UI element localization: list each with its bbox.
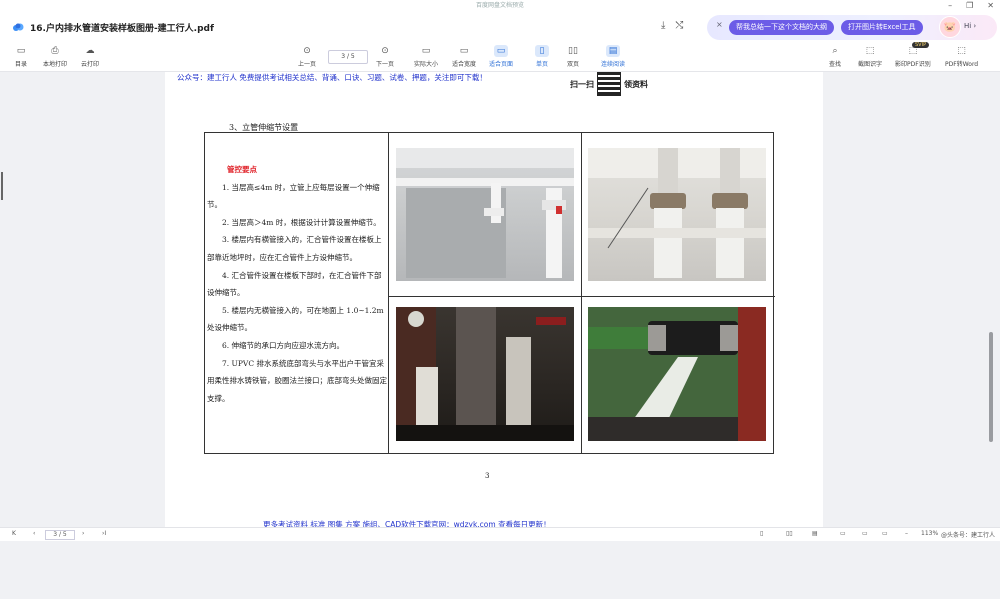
view-mode-icon[interactable]: ▤ — [812, 530, 818, 537]
ai-assistant-bar: × 帮我总结一下这个文档的大纲 打开图片转Excel工具 🐷 Hi › — [707, 15, 997, 40]
scrollbar-thumb[interactable] — [989, 332, 993, 442]
continuous-icon: ▤ — [606, 45, 620, 57]
window-titlebar: 百度网盘文档预览 – ❐ ✕ — [0, 0, 1000, 12]
screenshot-icon: ⬚ — [865, 46, 875, 56]
qr-banner: 扫一扫 领资料 — [570, 72, 648, 96]
toc-icon: ▭ — [16, 46, 26, 56]
brand-text: @头条号：建工行人 — [941, 532, 996, 539]
single-page-icon: ▯ — [535, 45, 549, 57]
minimize-button[interactable]: – — [948, 0, 952, 12]
restore-button[interactable]: ❐ — [966, 0, 973, 12]
fit-page-button[interactable]: ▭ 适合页面 — [489, 45, 513, 68]
toc-button[interactable]: ▭ 目录 — [14, 45, 28, 68]
key-points-title: 管控要点 — [227, 165, 257, 174]
next-page-small-button[interactable]: › — [82, 530, 84, 537]
actual-size-icon: ▭ — [421, 46, 431, 56]
top-watermark-text: 公众号：建工行人 免费提供考试相关总结、背诵、口诀、习题、试卷、押题，关注即可下… — [177, 73, 487, 82]
table-divider — [388, 296, 775, 297]
word-icon: ⬚ — [957, 46, 966, 56]
ai-summary-button[interactable]: 帮我总结一下这个文档的大纲 — [729, 20, 834, 35]
table-divider — [388, 133, 389, 453]
cloud-printer-icon: ☁ — [85, 46, 95, 56]
table-divider — [581, 133, 582, 453]
pdf-page: 公众号：建工行人 免费提供考试相关总结、背诵、口诀、习题、试卷、押题，关注即可下… — [165, 72, 823, 529]
key-point-paragraph: 3. 楼层内有横管接入的，汇合管件设置在楼板上部靠近地坪时，应在汇合管件上方设伸… — [207, 235, 382, 262]
status-bar: K ‹ 3 / 5 › ›I ▯ ▯▯ ▤ ▭ ▭ ▭ – 113% @头条号：… — [0, 527, 1000, 541]
window-title: 百度网盘文档预览 — [475, 2, 524, 9]
continuous-read-button[interactable]: ▤ 连续阅读 — [601, 45, 625, 68]
double-page-icon: ▯▯ — [568, 46, 578, 56]
prev-page-button[interactable]: ⊙ 上一页 — [298, 45, 316, 68]
arrow-up-icon: ⊙ — [303, 46, 311, 56]
key-point-paragraph: 1. 当层高≤4m 时，立管上应每层设置一个伸缩节。 — [207, 182, 380, 210]
share-icon[interactable]: ⤭ — [675, 20, 683, 31]
actual-size-button[interactable]: ▭ 实际大小 — [414, 45, 438, 68]
scan-pdf-ocr-button[interactable]: ⬚ 影印PDF识别 — [895, 45, 931, 68]
fit-width-icon: ▭ — [459, 46, 469, 56]
assistant-hi-label[interactable]: Hi › — [964, 22, 976, 30]
fit-width-button[interactable]: ▭ 适合宽度 — [452, 45, 476, 68]
key-point-paragraph: 6. 伸缩节的承口方向应迎水流方向。 — [222, 340, 345, 350]
qr-left-text: 扫一扫 — [570, 78, 594, 89]
photo-expansion-joint — [588, 307, 766, 441]
file-header: 16.户内排水管道安装样板图册-建工行人.pdf ⤓ ⤭ × 帮我总结一下这个文… — [0, 12, 1000, 42]
fit-page-icon: ▭ — [494, 45, 508, 57]
pdf-to-word-button[interactable]: ⬚ PDF转Word — [945, 45, 978, 68]
arrow-down-icon: ⊙ — [381, 46, 389, 56]
svip-badge: SVIP — [912, 42, 930, 48]
file-name: 16.户内排水管道安装样板图册-建工行人.pdf — [30, 24, 214, 34]
local-print-button[interactable]: ⎙ 本地打印 — [43, 45, 67, 68]
view-mode-icon[interactable]: ▯ — [760, 530, 763, 537]
assistant-avatar[interactable]: 🐷 — [939, 16, 961, 38]
zoom-out-button[interactable]: – — [905, 530, 908, 537]
content-table: 管控要点 1. 当层高≤4m 时，立管上应每层设置一个伸缩节。 2. 当层高＞4… — [204, 132, 775, 454]
next-page-button[interactable]: ⊙ 下一页 — [376, 45, 394, 68]
double-page-button[interactable]: ▯▯ 双页 — [566, 45, 580, 68]
last-page-button[interactable]: ›I — [102, 530, 106, 537]
zoom-level[interactable]: 113% — [921, 530, 938, 537]
photo-pipe-joints — [588, 148, 766, 281]
left-edge-marker — [1, 172, 3, 200]
search-icon: ⌕ — [832, 46, 838, 56]
single-page-button[interactable]: ▯ 单页 — [535, 45, 549, 68]
fit-icon[interactable]: ▭ — [882, 530, 888, 537]
printer-icon: ⎙ — [51, 46, 59, 56]
key-point-paragraph: 2. 当层高＞4m 时，根据设计计算设置伸缩节。 — [222, 217, 381, 227]
page-number-input[interactable]: 3 / 5 — [328, 50, 368, 64]
photo-pipe-construction — [396, 307, 574, 441]
status-page-input[interactable]: 3 / 5 — [45, 530, 75, 540]
qr-code — [597, 72, 621, 96]
key-point-paragraph: 4. 汇合管件设置在楼板下部时，在汇合管件下部设伸缩节。 — [207, 270, 382, 298]
key-points-text: 管控要点 1. 当层高≤4m 时，立管上应每层设置一个伸缩节。 2. 当层高＞4… — [207, 161, 387, 407]
cloud-logo-icon — [13, 23, 24, 31]
screenshot-ocr-button[interactable]: ⬚ 截图识字 — [858, 45, 882, 68]
image-to-excel-button[interactable]: 打开图片转Excel工具 — [841, 20, 923, 35]
fit-icon[interactable]: ▭ — [862, 530, 868, 537]
close-window-button[interactable]: ✕ — [987, 0, 994, 12]
key-point-paragraph: 7. UPVC 排水系统底部弯头与水平出户干管宜采用柔性排水铸铁管，胶圈法兰接口… — [207, 358, 387, 403]
fit-icon[interactable]: ▭ — [840, 530, 846, 537]
ai-bar-close-icon[interactable]: × — [716, 20, 723, 29]
download-icon[interactable]: ⤓ — [661, 20, 665, 31]
document-viewer[interactable]: 公众号：建工行人 免费提供考试相关总结、背诵、口诀、习题、试卷、押题，关注即可下… — [0, 72, 1000, 529]
first-page-button[interactable]: K — [12, 530, 16, 537]
view-mode-icon[interactable]: ▯▯ — [786, 530, 793, 537]
page-number: 3 — [485, 472, 490, 480]
viewer-toolbar: ▭ 目录 ⎙ 本地打印 ☁ 云打印 ⊙ 上一页 3 / 5 ⊙ 下一页 ▭ 实际… — [0, 42, 1000, 72]
photo-pipe-ceiling — [396, 148, 574, 281]
qr-right-text: 领资料 — [624, 78, 648, 89]
find-button[interactable]: ⌕ 查找 — [828, 45, 842, 68]
prev-page-small-button[interactable]: ‹ — [33, 530, 35, 537]
key-point-paragraph: 5. 楼层内无横管接入的，可在地面上 1.0~1.2m 处设伸缩节。 — [207, 305, 384, 333]
cloud-print-button[interactable]: ☁ 云打印 — [81, 45, 99, 68]
